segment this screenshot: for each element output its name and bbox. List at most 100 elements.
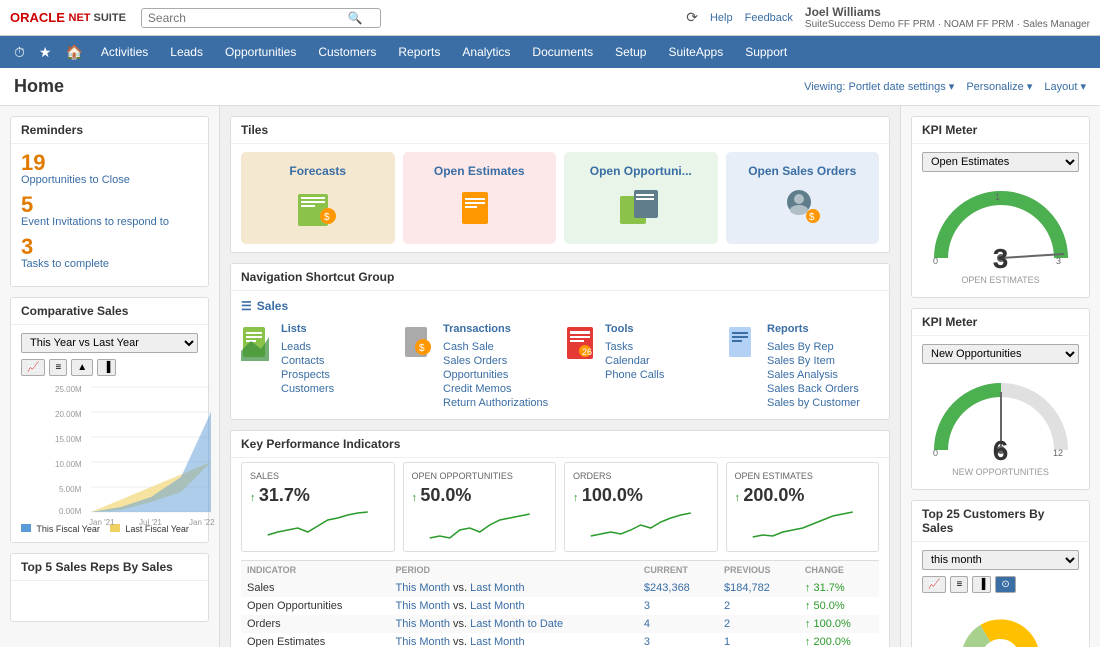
column-chart-btn[interactable]: ▐: [97, 359, 116, 376]
customers-donut-icon[interactable]: ⊙: [995, 576, 1015, 593]
nav-reports[interactable]: Reports: [388, 39, 450, 65]
reports-link-salesanalysis[interactable]: Sales Analysis: [767, 369, 860, 381]
logo-net: NET: [69, 12, 91, 24]
nav-customers[interactable]: Customers: [308, 39, 386, 65]
transactions-link-creditmemos[interactable]: Credit Memos: [443, 383, 548, 395]
viewing-portlet-link[interactable]: Viewing: Portlet date settings ▾: [804, 80, 954, 93]
shortcut-col-lists: Lists Leads Contacts Prospects Customers: [241, 323, 393, 411]
top-customers-select[interactable]: this month: [922, 550, 1079, 570]
reminder-link-2[interactable]: Event Invitations to respond to: [21, 216, 198, 228]
user-info: Joel Williams SuiteSuccess Demo FF PRM ·…: [805, 5, 1090, 30]
area-chart-btn[interactable]: ▲: [71, 359, 93, 376]
svg-text:0.00M: 0.00M: [59, 507, 82, 516]
top-customers-chart-icons: 📈 ≡ ▐ ⊙: [922, 576, 1079, 593]
transactions-link-returnauth[interactable]: Return Authorizations: [443, 397, 548, 409]
kpi-period-link-orders[interactable]: This Month: [396, 618, 450, 630]
lists-link-prospects[interactable]: Prospects: [281, 369, 334, 381]
kpi-orders-value-row: ↑ 100.0%: [573, 485, 709, 506]
feedback-link[interactable]: Feedback: [745, 12, 793, 24]
nav-documents[interactable]: Documents: [522, 39, 603, 65]
nav-shortcut-portlet: Navigation Shortcut Group ☰ Sales: [230, 263, 890, 420]
kpi-period-vs-link-orders[interactable]: Last Month to Date: [470, 618, 563, 630]
kpi-period-link-estimates[interactable]: This Month: [396, 636, 450, 647]
bar-chart-btn[interactable]: ≡: [49, 359, 67, 376]
reports-header: Reports: [767, 323, 860, 335]
svg-text:Jul '21: Jul '21: [139, 518, 162, 527]
tile-open-estimates[interactable]: Open Estimates: [403, 152, 557, 244]
kpi-opportunities-value: 50.0%: [420, 485, 471, 505]
kpi-meter2-portlet: KPI Meter New Opportunities 0: [911, 308, 1090, 490]
nav-leads[interactable]: Leads: [160, 39, 213, 65]
nav-recent-icon[interactable]: ⏱: [8, 40, 31, 65]
transactions-link-salesorders[interactable]: Sales Orders: [443, 355, 548, 367]
comparative-sales-body: This Year vs Last Year 📈 ≡ ▲ ▐ 25.00M 20…: [11, 325, 208, 542]
help-link[interactable]: Help: [710, 12, 733, 24]
kpi-cards-grid: SALES ↑ 31.7% OPEN OPPORTUNITIES ↑ 50.0%: [231, 458, 889, 560]
kpi-period-vs-link-estimates[interactable]: Last Month: [470, 636, 524, 647]
reports-link-salesbycustomer[interactable]: Sales by Customer: [767, 397, 860, 409]
lists-header: Lists: [281, 323, 334, 335]
tile-forecasts[interactable]: Forecasts $: [241, 152, 395, 244]
tools-link-calendar[interactable]: Calendar: [605, 355, 664, 367]
kpi-estimates-sparkline: [735, 510, 871, 540]
kpi-meter1-body: Open Estimates 0 3 1: [912, 144, 1089, 297]
kpi-meter2-gauge: 0 12 6 NEW OPPORTUNITIES: [922, 370, 1079, 481]
nav-home-icon[interactable]: 🏠: [59, 40, 88, 65]
lists-inner: Lists Leads Contacts Prospects Customers: [241, 323, 393, 397]
transactions-header: Transactions: [443, 323, 548, 335]
comparative-sales-dropdown[interactable]: This Year vs Last Year: [21, 333, 198, 353]
kpi-period-vs-link-sales[interactable]: Last Month: [470, 582, 524, 594]
reminder-link-3[interactable]: Tasks to complete: [21, 258, 198, 270]
kpi-period-link-opp[interactable]: This Month: [396, 600, 450, 612]
nav-suiteapps[interactable]: SuiteApps: [658, 39, 733, 65]
tools-link-tasks[interactable]: Tasks: [605, 341, 664, 353]
kpi-meter2-select[interactable]: New Opportunities: [922, 344, 1079, 364]
customers-column-icon[interactable]: ▐: [972, 576, 991, 593]
transactions-link-cashsale[interactable]: Cash Sale: [443, 341, 548, 353]
nav-setup[interactable]: Setup: [605, 39, 656, 65]
reminder-item-1: 19 Opportunities to Close: [21, 152, 198, 186]
nav-analytics[interactable]: Analytics: [452, 39, 520, 65]
search-input[interactable]: [148, 11, 348, 25]
kpi-meter2-body: New Opportunities 0 12 6: [912, 336, 1089, 489]
transactions-link-opportunities[interactable]: Opportunities: [443, 369, 548, 381]
search-bar[interactable]: 🔍: [141, 8, 381, 28]
reminder-link-1[interactable]: Opportunities to Close: [21, 174, 198, 186]
kpi-col-period: PERIOD: [390, 561, 638, 580]
kpi-estimates-arrow: ↑: [735, 492, 741, 504]
comparative-sales-portlet: Comparative Sales This Year vs Last Year…: [10, 297, 209, 543]
reports-link-salesbyitem[interactable]: Sales By Item: [767, 355, 860, 367]
kpi-period-link-sales[interactable]: This Month: [396, 582, 450, 594]
lists-link-leads[interactable]: Leads: [281, 341, 334, 353]
tile-open-estimates-icon: [454, 184, 504, 232]
right-column: KPI Meter Open Estimates 0: [900, 106, 1100, 647]
kpi-orders-arrow: ↑: [573, 492, 579, 504]
tools-link-phonecalls[interactable]: Phone Calls: [605, 369, 664, 381]
reports-link-salesbackorders[interactable]: Sales Back Orders: [767, 383, 860, 395]
history-icon[interactable]: ⟳: [686, 9, 698, 26]
line-chart-btn[interactable]: 📈: [21, 359, 45, 376]
nav-star-icon[interactable]: ★: [33, 40, 58, 65]
layout-link[interactable]: Layout ▾: [1044, 80, 1086, 93]
kpi-meter1-select[interactable]: Open Estimates: [922, 152, 1079, 172]
lists-links: Lists Leads Contacts Prospects Customers: [281, 323, 334, 397]
nav-support[interactable]: Support: [735, 39, 797, 65]
personalize-link[interactable]: Personalize ▾: [966, 80, 1032, 93]
kpi-col-indicator: INDICATOR: [241, 561, 390, 580]
lists-link-contacts[interactable]: Contacts: [281, 355, 334, 367]
svg-text:Jan '21: Jan '21: [89, 518, 115, 527]
customers-bar-icon[interactable]: ≡: [950, 576, 968, 593]
kpi-period-vs-link-opp[interactable]: Last Month: [470, 600, 524, 612]
customers-line-icon[interactable]: 📈: [922, 576, 946, 593]
tile-open-opportunities[interactable]: Open Opportuni...: [564, 152, 718, 244]
reminders-body: 19 Opportunities to Close 5 Event Invita…: [11, 144, 208, 286]
tools-links: Tools Tasks Calendar Phone Calls: [605, 323, 664, 383]
nav-activities[interactable]: Activities: [91, 39, 158, 65]
kpi-period-orders: This Month vs. Last Month to Date: [390, 615, 638, 633]
reports-link-salesbyrep[interactable]: Sales By Rep: [767, 341, 860, 353]
svg-text:10.00M: 10.00M: [55, 460, 82, 469]
nav-opportunities[interactable]: Opportunities: [215, 39, 306, 65]
lists-link-customers[interactable]: Customers: [281, 383, 334, 395]
tile-open-sales-orders[interactable]: Open Sales Orders $: [726, 152, 880, 244]
svg-text:Jan '22: Jan '22: [189, 518, 215, 527]
